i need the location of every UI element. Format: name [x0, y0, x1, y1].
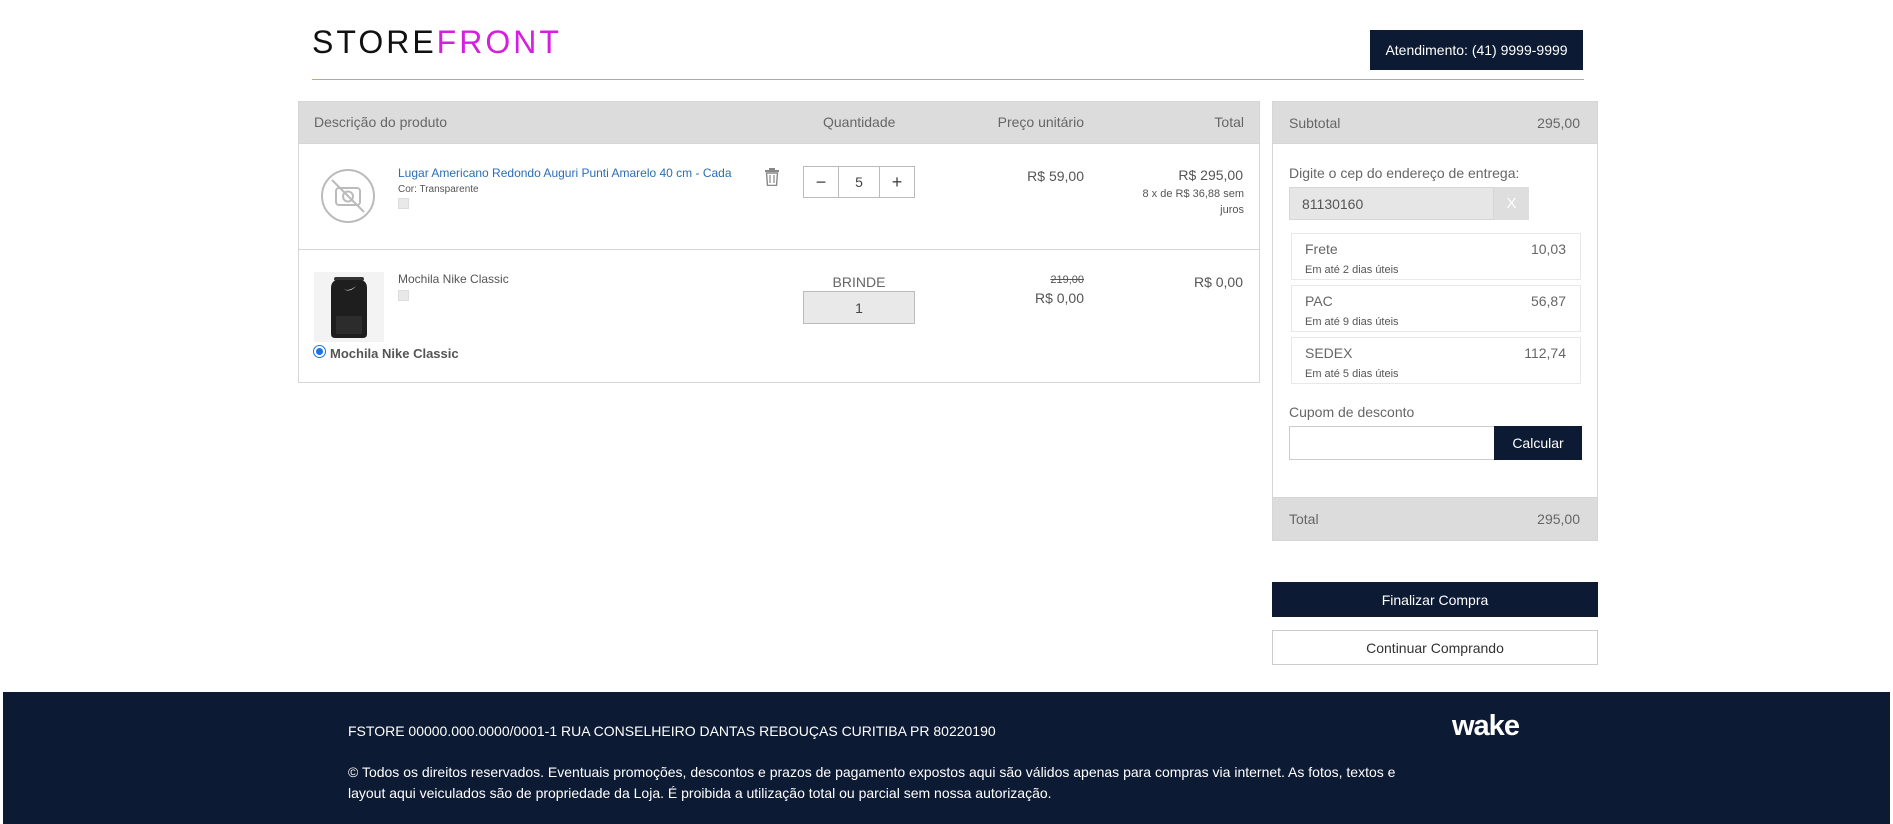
logo-part-front: FRONT: [436, 24, 562, 60]
quantity-stepper: − 5 +: [803, 166, 915, 198]
unit-price: R$ 0,00: [1034, 290, 1084, 306]
plus-button[interactable]: +: [880, 167, 914, 197]
product-name-link[interactable]: Lugar Americano Redondo Auguri Punti Ama…: [398, 166, 732, 180]
header-divider: [312, 79, 1584, 80]
old-price: 219,00: [1050, 274, 1084, 286]
logo-part-store: STORE: [312, 24, 437, 60]
minus-button[interactable]: −: [804, 167, 838, 197]
gift-tag: BRINDE: [832, 274, 886, 290]
cep-prompt: Digite o cep do endereço de entrega:: [1289, 165, 1520, 181]
col-quantidade: Quantidade: [823, 114, 896, 130]
subtotal-value: 295,00: [1537, 115, 1580, 131]
footer-copyright: © Todos os direitos reservados. Eventuai…: [348, 764, 1396, 801]
quantity-value[interactable]: 5: [838, 167, 880, 197]
shipping-name: PAC: [1305, 293, 1333, 309]
store-logo[interactable]: STOREFRONT: [312, 26, 562, 58]
product-checkbox[interactable]: [398, 198, 409, 209]
gift-radio[interactable]: [313, 345, 326, 358]
row-divider: [298, 249, 1260, 250]
unit-price: R$ 59,00: [1027, 168, 1084, 184]
cep-input[interactable]: 81130160: [1289, 187, 1494, 220]
wake-logo[interactable]: wake: [1452, 710, 1520, 743]
col-total: Total: [1214, 114, 1244, 130]
total-label: Total: [1289, 511, 1319, 527]
shipping-deadline: Em até 2 dias úteis: [1305, 264, 1399, 276]
calculate-button[interactable]: Calcular: [1494, 426, 1582, 460]
shipping-price: 112,74: [1524, 345, 1566, 361]
installments-text: 8 x de R$ 36,88 sem juros: [1142, 188, 1244, 216]
backpack-image: [314, 272, 384, 342]
shipping-deadline: Em até 9 dias úteis: [1305, 316, 1399, 328]
item-total: R$ 295,00: [1178, 167, 1243, 183]
product-attribute: Cor: Transparente: [398, 184, 479, 195]
col-descricao: Descrição do produto: [314, 114, 448, 130]
shipping-deadline: Em até 5 dias úteis: [1305, 368, 1399, 380]
no-image-icon: [320, 168, 376, 224]
total-value: 295,00: [1537, 511, 1580, 527]
gift-radio-label[interactable]: Mochila Nike Classic: [330, 346, 459, 361]
subtotal-label: Subtotal: [1289, 115, 1341, 131]
shipping-option[interactable]: SEDEX Em até 5 dias úteis 112,74: [1291, 337, 1581, 384]
shipping-option[interactable]: Frete Em até 2 dias úteis 10,03: [1291, 233, 1581, 280]
footer-address: FSTORE 00000.000.0000/0001-1 RUA CONSELH…: [348, 723, 996, 739]
footer: [3, 692, 1890, 824]
finalize-purchase-button[interactable]: Finalizar Compra: [1272, 582, 1598, 617]
shipping-price: 10,03: [1530, 241, 1566, 257]
cep-clear-button[interactable]: X: [1494, 187, 1529, 220]
trash-icon[interactable]: [764, 168, 780, 187]
col-preco: Preço unitário: [997, 114, 1084, 130]
product-checkbox[interactable]: [398, 290, 409, 301]
product-name[interactable]: Mochila Nike Classic: [398, 272, 509, 286]
shipping-option[interactable]: PAC Em até 9 dias úteis 56,87: [1291, 285, 1581, 332]
item-total: R$ 0,00: [1193, 274, 1243, 290]
shipping-price: 56,87: [1530, 293, 1566, 309]
coupon-label: Cupom de desconto: [1289, 404, 1415, 420]
continue-shopping-button[interactable]: Continuar Comprando: [1272, 630, 1598, 665]
shipping-name: SEDEX: [1305, 345, 1353, 361]
shipping-name: Frete: [1305, 241, 1338, 257]
atendimento-badge: Atendimento: (41) 9999-9999: [1370, 30, 1583, 70]
gift-quantity: 1: [803, 291, 915, 324]
coupon-input[interactable]: [1289, 426, 1495, 460]
